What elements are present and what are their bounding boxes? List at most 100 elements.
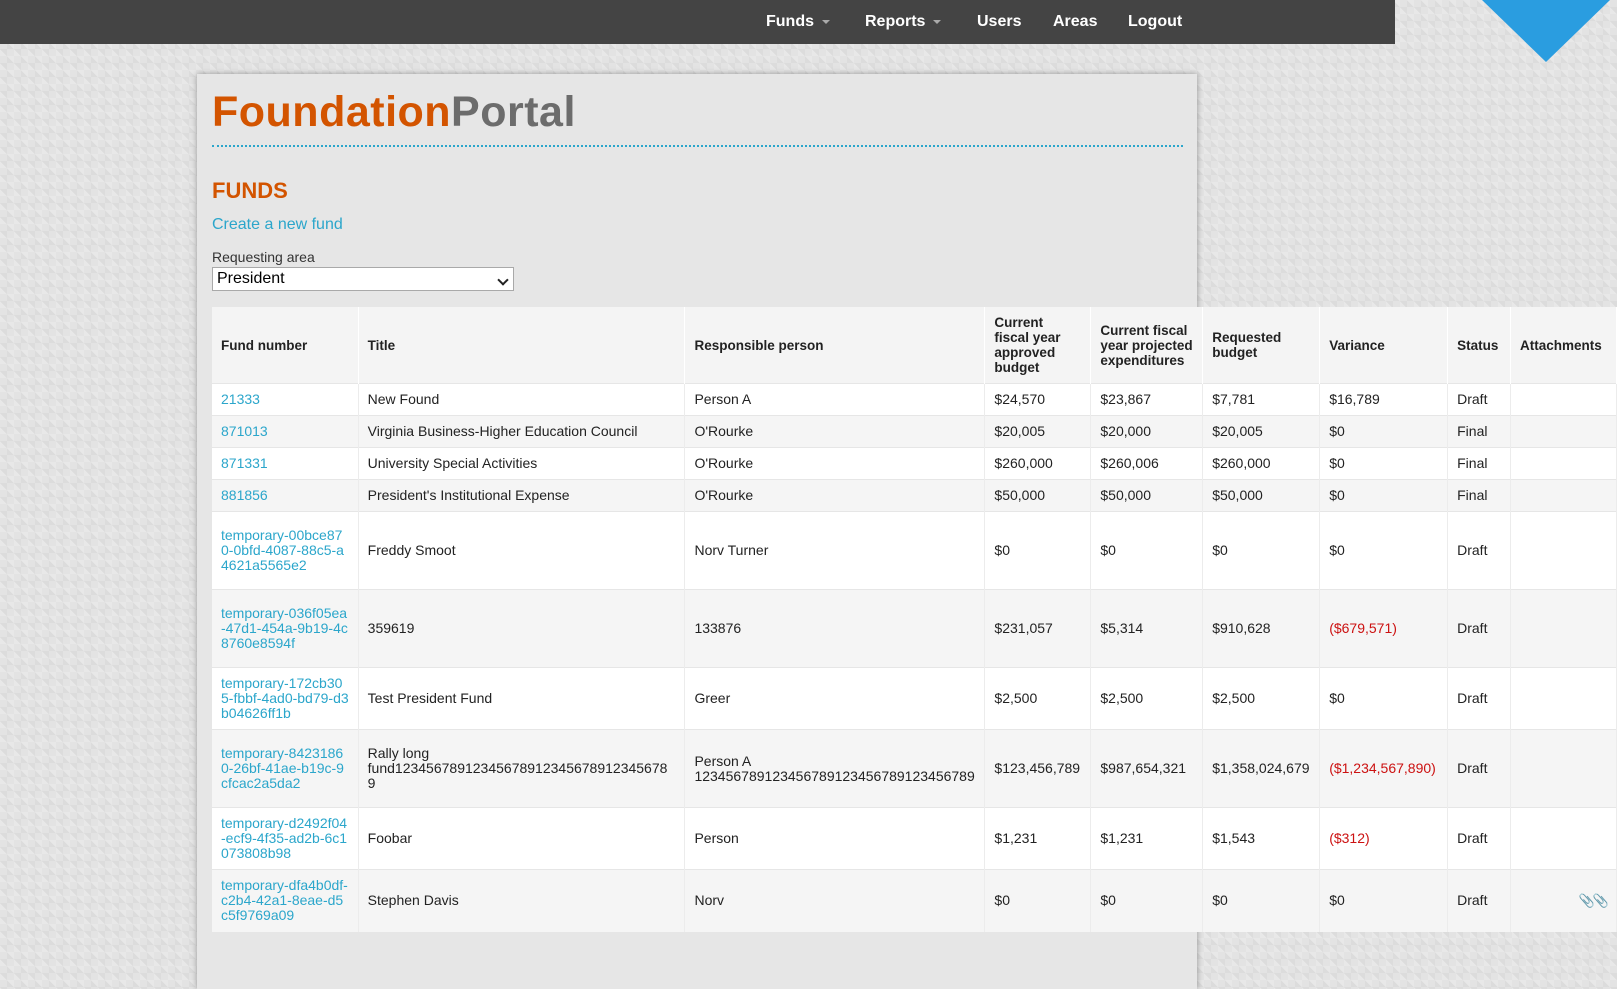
table-cell-person: Person: [684, 807, 986, 870]
fund-number-link[interactable]: temporary-036f05ea-47d1-454a-9b19-4c8760…: [221, 605, 348, 651]
column-header[interactable]: Requested budget: [1202, 307, 1321, 384]
column-header[interactable]: Current fiscal year approved budget: [984, 307, 1092, 384]
cell-value-person: Norv: [694, 892, 725, 909]
table-cell-variance: $0: [1319, 667, 1449, 730]
table-row: 881856 President's Institutional Expense O…: [212, 479, 1617, 512]
cell-value-approved: $0: [994, 892, 1010, 909]
table-cell-requested: $260,000: [1202, 447, 1321, 480]
cell-value-projected: $50,000: [1100, 487, 1151, 503]
cell-value-person: O'Rourke: [694, 487, 754, 503]
cell-value-person: Norv Turner: [694, 542, 769, 558]
fund-number-link[interactable]: temporary-172cb305-fbbf-4ad0-bd79-d3b046…: [221, 675, 349, 721]
fund-number-link[interactable]: 881856: [221, 487, 268, 503]
cell-value-variance: $0: [1329, 892, 1345, 909]
nav-funds-menu[interactable]: Funds: [766, 13, 830, 31]
table-cell-person: Norv Turner: [684, 511, 986, 590]
table-cell-projected: $260,006: [1090, 447, 1204, 480]
column-header[interactable]: Variance: [1319, 307, 1449, 384]
fund-number-link[interactable]: 871013: [221, 423, 268, 439]
nav-reports-label: Reports: [865, 13, 926, 30]
table-cell-title: Stephen Davis: [358, 869, 686, 932]
nav-users-link[interactable]: Users: [977, 13, 1021, 31]
site-logo[interactable]: FoundationPortal: [212, 88, 576, 137]
nav-reports-menu[interactable]: Reports: [865, 13, 942, 31]
cell-value-person: Person: [694, 830, 739, 846]
table-row: 871331 University Special Activities O'Rou…: [212, 447, 1617, 480]
table-cell-status: Final: [1447, 447, 1512, 480]
cell-value-person: O'Rourke: [694, 455, 754, 471]
fund-number-link[interactable]: 871331: [221, 455, 268, 471]
table-cell-status: Draft: [1447, 589, 1512, 668]
table-cell-projected: $5,314: [1090, 589, 1204, 668]
column-header[interactable]: Title: [358, 307, 686, 384]
cell-value-title: New Found: [367, 391, 440, 407]
table-cell-requested: $1,543: [1202, 807, 1321, 870]
cell-value-status: Final: [1457, 487, 1488, 503]
table-cell-approved: $0: [984, 869, 1092, 932]
column-header[interactable]: Responsible person: [684, 307, 986, 384]
requesting-area-label: Requesting area: [212, 249, 315, 265]
chevron-down-icon: [822, 19, 830, 24]
cell-value-projected: $260,006: [1100, 455, 1159, 471]
create-fund-link[interactable]: Create a new fund: [212, 216, 343, 234]
cell-value-title: 359619: [367, 620, 415, 636]
table-cell-attachments: [1510, 729, 1617, 808]
cell-value-variance: $0: [1329, 423, 1345, 439]
fund-number-link[interactable]: temporary-d2492f04-ecf9-4f35-ad2b-6c1073…: [221, 815, 347, 861]
fund-number-link[interactable]: temporary-84231860-26bf-41ae-b19c-9cfcac…: [221, 745, 344, 791]
cell-value-projected: $2,500: [1100, 690, 1144, 706]
cell-value-title: President's Institutional Expense: [367, 487, 570, 503]
column-header[interactable]: Fund number: [212, 307, 359, 384]
table-cell-attachments: 📎📎: [1510, 869, 1617, 932]
fund-number-link[interactable]: 21333: [221, 391, 260, 407]
cell-value-status: Draft: [1457, 690, 1488, 706]
cell-value-status: Draft: [1457, 391, 1488, 407]
table-cell-attachments: [1510, 589, 1617, 668]
table-cell-attachments: [1510, 383, 1617, 416]
table-row: temporary-d2492f04-ecf9-4f35-ad2b-6c1073…: [212, 807, 1617, 870]
nav-areas-link[interactable]: Areas: [1053, 13, 1097, 31]
nav-logout-link[interactable]: Logout: [1128, 13, 1182, 31]
column-header[interactable]: Status: [1447, 307, 1512, 384]
column-header[interactable]: Current fiscal year projected expenditur…: [1090, 307, 1204, 384]
table-cell-person: Greer: [684, 667, 986, 730]
column-header[interactable]: Attachments: [1510, 307, 1617, 384]
table-cell-fund: temporary-00bce870-0bfd-4087-88c5-a4621a…: [212, 511, 359, 590]
paperclip-icon[interactable]: 📎📎: [1579, 893, 1609, 908]
cell-value-variance: $16,789: [1329, 391, 1380, 407]
cell-value-projected: $23,867: [1100, 391, 1151, 407]
cell-value-projected: $5,314: [1100, 620, 1144, 636]
table-cell-fund: 871331: [212, 447, 359, 480]
table-cell-person: O'Rourke: [684, 447, 986, 480]
requesting-area-value: President: [217, 270, 285, 287]
cell-value-requested: $1,543: [1212, 830, 1256, 846]
table-cell-approved: $260,000: [984, 447, 1092, 480]
logo-text-portal: Portal: [451, 88, 576, 136]
cell-value-projected: $0: [1100, 542, 1116, 558]
table-cell-requested: $20,005: [1202, 415, 1321, 448]
table-row: temporary-172cb305-fbbf-4ad0-bd79-d3b046…: [212, 667, 1617, 730]
table-row: temporary-84231860-26bf-41ae-b19c-9cfcac…: [212, 729, 1617, 808]
table-cell-variance: ($312): [1319, 807, 1449, 870]
top-navbar: Funds Reports Users Areas Logout: [0, 0, 1395, 44]
table-cell-title: Foobar: [358, 807, 686, 870]
requesting-area-select[interactable]: President: [212, 267, 514, 291]
fund-number-link[interactable]: temporary-dfa4b0df-c2b4-42a1-8eae-d5c5f9…: [221, 877, 348, 923]
cell-value-approved: $123,456,789: [994, 760, 1081, 776]
table-row: temporary-00bce870-0bfd-4087-88c5-a4621a…: [212, 511, 1617, 590]
table-cell-fund: 871013: [212, 415, 359, 448]
table-cell-status: Draft: [1447, 383, 1512, 416]
table-cell-approved: $231,057: [984, 589, 1092, 668]
cell-value-approved: $20,005: [994, 423, 1046, 439]
cell-value-requested: $20,005: [1212, 423, 1263, 439]
table-cell-title: Freddy Smoot: [358, 511, 686, 590]
table-cell-status: Draft: [1447, 511, 1512, 590]
fund-number-link[interactable]: temporary-00bce870-0bfd-4087-88c5-a4621a…: [221, 527, 344, 573]
table-header-row: Fund number Title Responsible person Cur…: [212, 307, 1617, 384]
cell-value-requested: $2,500: [1212, 690, 1256, 706]
table-cell-variance: $0: [1319, 869, 1449, 932]
chevron-down-icon: [933, 19, 942, 24]
table-cell-fund: 881856: [212, 479, 359, 512]
cell-value-variance: ($312): [1329, 830, 1370, 846]
table-cell-variance: $16,789: [1319, 383, 1449, 416]
